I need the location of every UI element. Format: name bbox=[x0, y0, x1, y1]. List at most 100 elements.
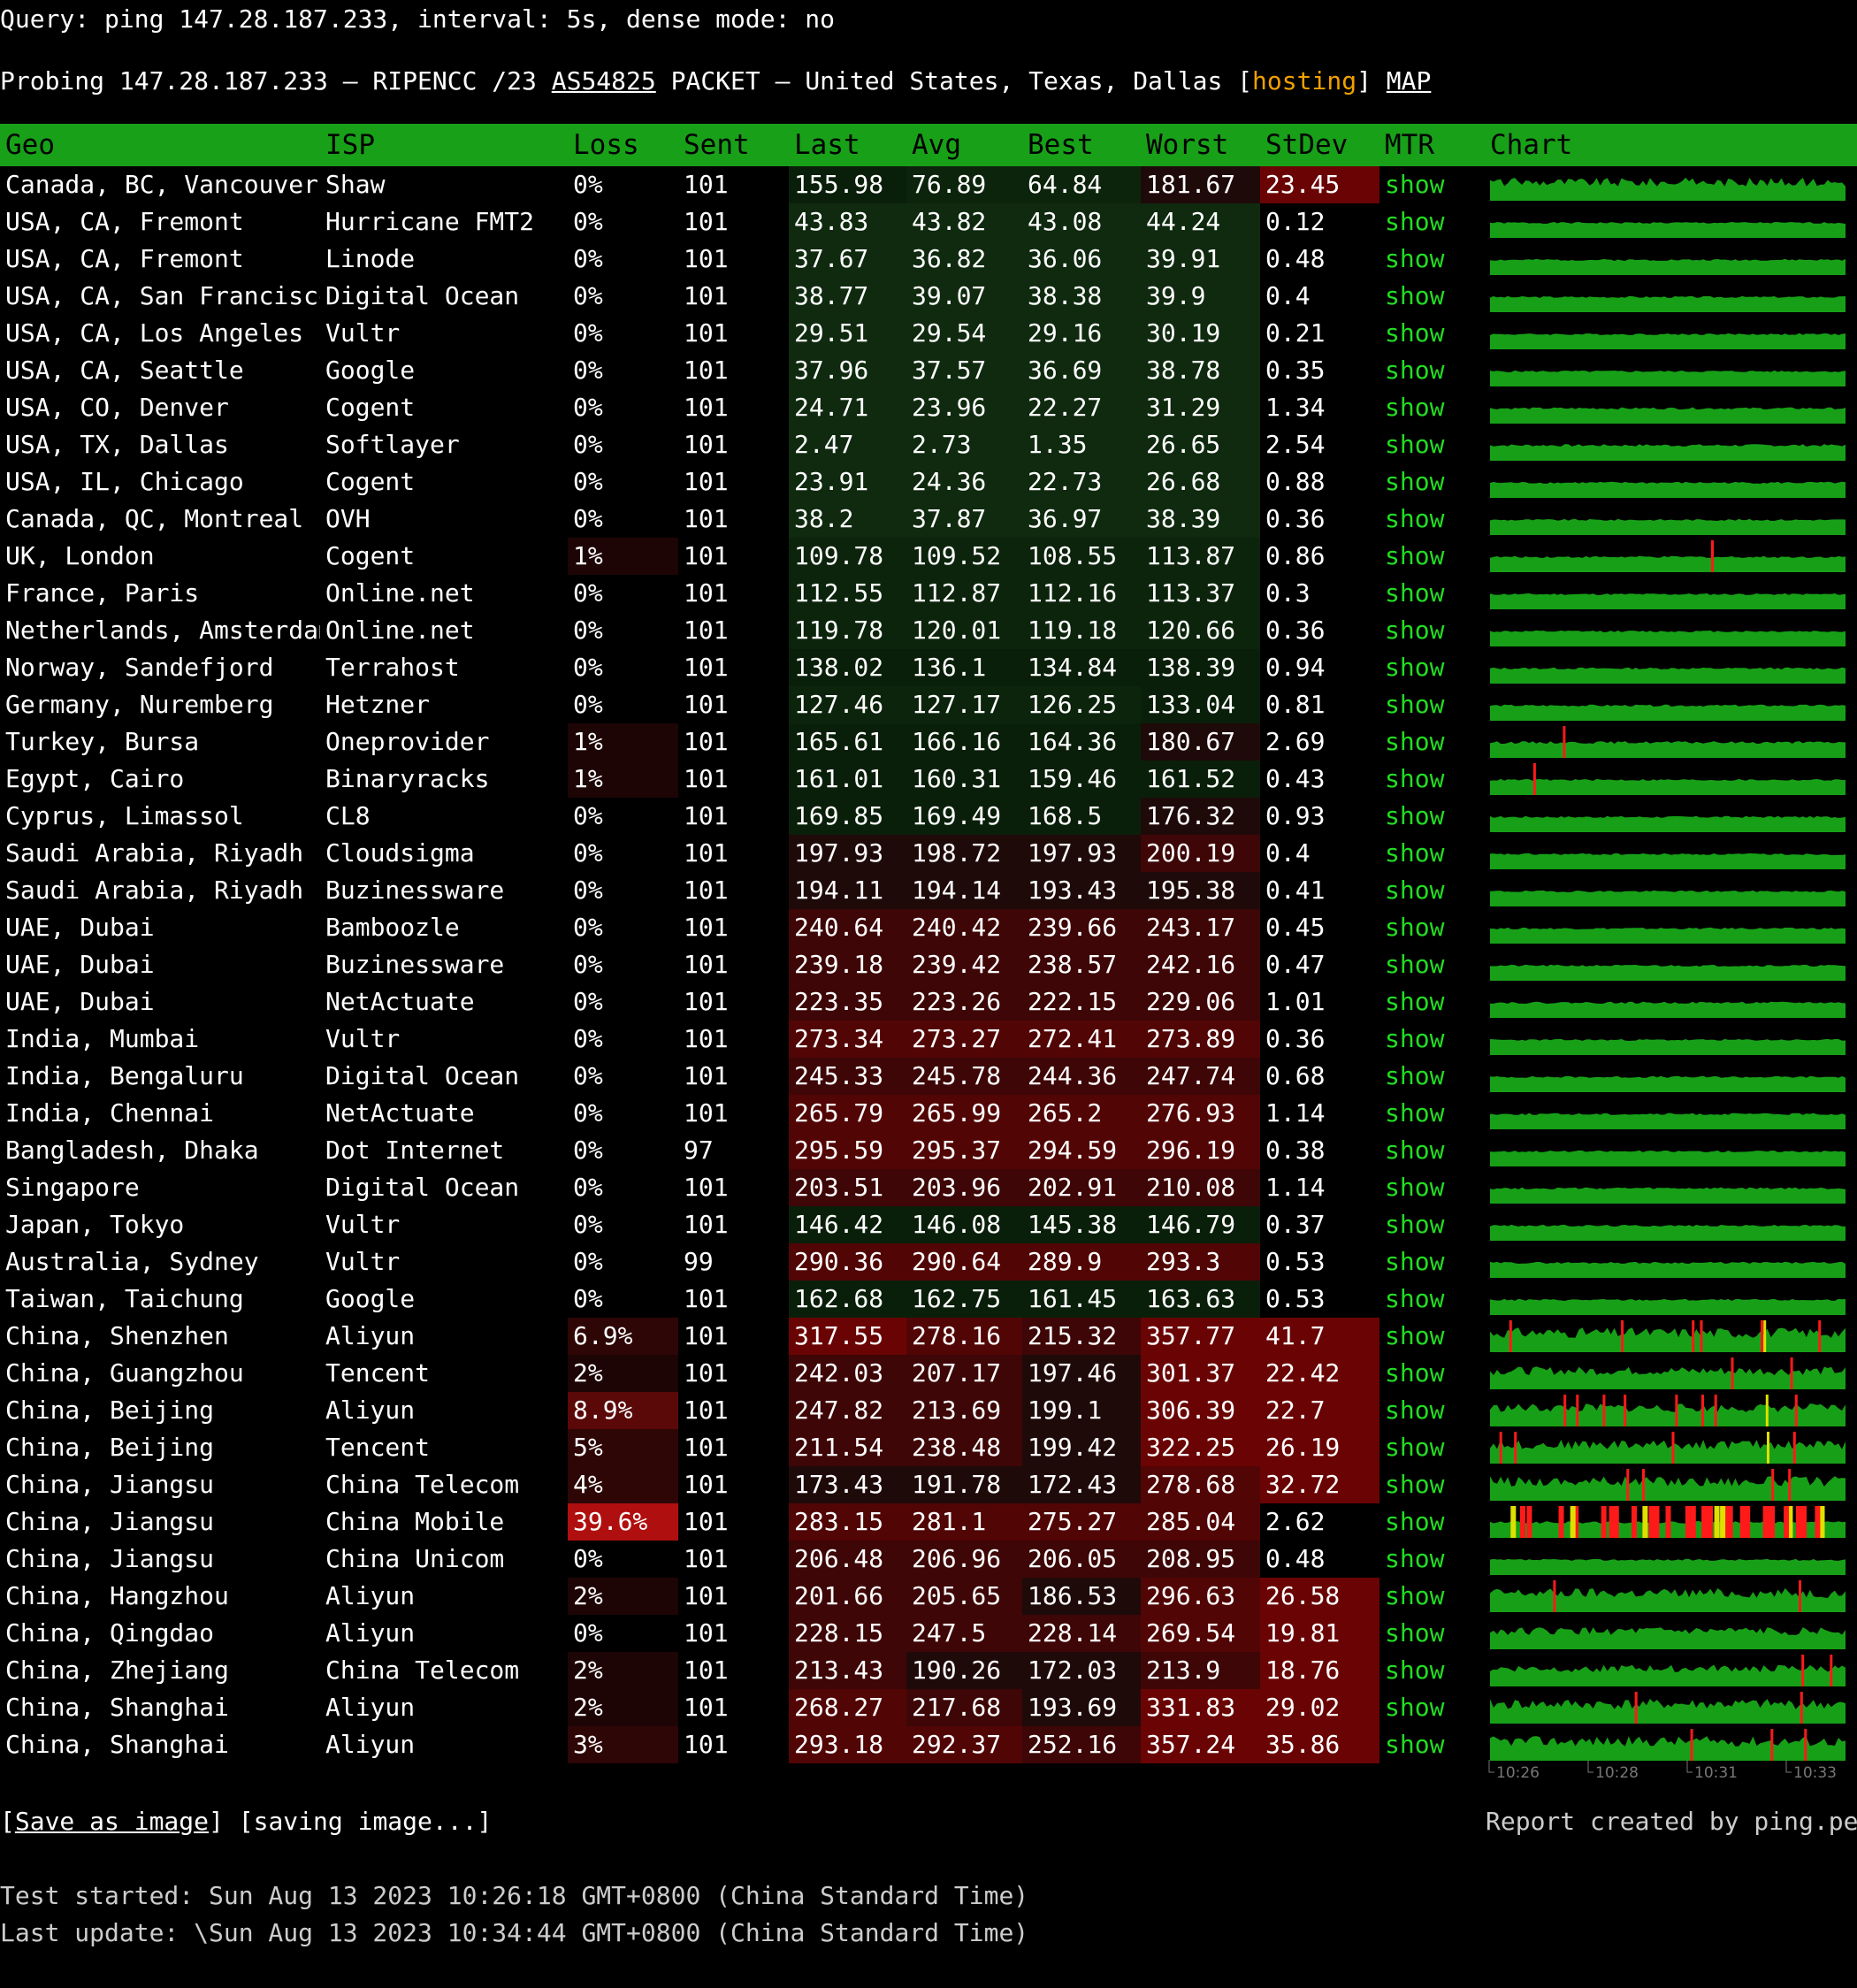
cell-mtr[interactable]: show bbox=[1379, 649, 1485, 686]
table-row: Canada, QC, Montreal OVH 0% 101 38.2 37.87 36.… bbox=[0, 501, 1857, 538]
cell-avg: 281.1 bbox=[906, 1503, 1022, 1541]
table-row: Saudi Arabia, Riyadh Cloudsigma 0% 101 197.9… bbox=[0, 835, 1857, 872]
cell-mtr[interactable]: show bbox=[1379, 315, 1485, 352]
latency-sparkline bbox=[1490, 630, 1846, 646]
cell-mtr[interactable]: show bbox=[1379, 909, 1485, 946]
cell-last: 173.43 bbox=[789, 1466, 906, 1503]
cell-mtr[interactable]: show bbox=[1379, 1689, 1485, 1726]
cell-mtr[interactable]: show bbox=[1379, 983, 1485, 1021]
cell-geo: Canada, QC, Montreal bbox=[5, 504, 304, 533]
cell-last: 43.83 bbox=[789, 203, 906, 241]
cell-mtr[interactable]: show bbox=[1379, 1095, 1485, 1132]
cell-mtr[interactable]: show bbox=[1379, 1058, 1485, 1095]
sparkline-area bbox=[1490, 1150, 1846, 1166]
cell-mtr[interactable]: show bbox=[1379, 241, 1485, 278]
cell-mtr[interactable]: show bbox=[1379, 1652, 1485, 1689]
cell-chart bbox=[1485, 1689, 1857, 1726]
cell-worst: 213.9 bbox=[1141, 1652, 1260, 1689]
cell-mtr[interactable]: show bbox=[1379, 1392, 1485, 1429]
cell-avg: 43.82 bbox=[906, 203, 1022, 241]
cell-mtr[interactable]: show bbox=[1379, 1169, 1485, 1206]
cell-mtr[interactable]: show bbox=[1379, 352, 1485, 389]
cell-isp: Softlayer bbox=[325, 430, 460, 459]
sparkline-area bbox=[1490, 890, 1846, 906]
cell-mtr[interactable]: show bbox=[1379, 686, 1485, 723]
table-row: Australia, Sydney Vultr 0% 99 290.36 290.64 28… bbox=[0, 1243, 1857, 1281]
table-row: Japan, Tokyo Vultr 0% 101 146.42 146.08 145.38… bbox=[0, 1206, 1857, 1243]
sparkline-area bbox=[1490, 1439, 1846, 1464]
cell-mtr[interactable]: show bbox=[1379, 1132, 1485, 1169]
cell-geo: Turkey, Bursa bbox=[5, 727, 200, 756]
cell-mtr[interactable]: show bbox=[1379, 798, 1485, 835]
cell-geo: Norway, Sandefjord bbox=[5, 653, 274, 682]
latency-sparkline bbox=[1490, 177, 1846, 201]
cell-isp: Aliyun bbox=[325, 1730, 416, 1759]
cell-mtr[interactable]: show bbox=[1379, 723, 1485, 761]
cell-mtr[interactable]: show bbox=[1379, 463, 1485, 501]
cell-mtr[interactable]: show bbox=[1379, 1281, 1485, 1318]
cell-mtr[interactable]: show bbox=[1379, 835, 1485, 872]
cell-mtr[interactable]: show bbox=[1379, 1541, 1485, 1578]
cell-mtr[interactable]: show bbox=[1379, 1206, 1485, 1243]
cell-stdev: 0.93 bbox=[1265, 801, 1326, 830]
cell-mtr[interactable]: show bbox=[1379, 575, 1485, 612]
sparkline-area bbox=[1490, 295, 1846, 312]
table-row: UK, London Cogent 1% 101 109.78 109.52 108.55 1… bbox=[0, 538, 1857, 575]
cell-mtr[interactable]: show bbox=[1379, 538, 1485, 575]
cell-mtr[interactable]: show bbox=[1379, 426, 1485, 463]
table-row: Norway, Sandefjord Terrahost 0% 101 138.02 13… bbox=[0, 649, 1857, 686]
cell-mtr[interactable]: show bbox=[1379, 1503, 1485, 1541]
cell-last: 169.85 bbox=[789, 798, 906, 835]
cell-sent: 101 bbox=[684, 690, 729, 719]
latency-sparkline bbox=[1490, 258, 1846, 275]
axis-tick bbox=[1686, 1760, 1693, 1773]
cell-worst: 30.19 bbox=[1141, 315, 1260, 352]
map-link[interactable]: MAP bbox=[1387, 66, 1432, 96]
sparkline-area bbox=[1490, 1664, 1846, 1686]
cell-chart bbox=[1485, 1169, 1857, 1206]
cell-mtr[interactable]: show bbox=[1379, 1429, 1485, 1466]
cell-last: 293.18 bbox=[789, 1726, 906, 1763]
cell-mtr[interactable]: show bbox=[1379, 1726, 1485, 1763]
cell-mtr[interactable]: show bbox=[1379, 1466, 1485, 1503]
cell-sent: 101 bbox=[684, 1507, 729, 1536]
cell-mtr[interactable]: show bbox=[1379, 1355, 1485, 1392]
loss-mark bbox=[1509, 1320, 1512, 1352]
cell-mtr[interactable]: show bbox=[1379, 1318, 1485, 1355]
cell-best: 22.73 bbox=[1022, 463, 1141, 501]
cell-mtr[interactable]: show bbox=[1379, 761, 1485, 798]
cell-mtr[interactable]: show bbox=[1379, 1021, 1485, 1058]
cell-mtr[interactable]: show bbox=[1379, 166, 1485, 203]
cell-mtr[interactable]: show bbox=[1379, 501, 1485, 538]
cell-last: 194.11 bbox=[789, 872, 906, 909]
cell-best: 197.46 bbox=[1022, 1355, 1141, 1392]
loss-mark bbox=[1701, 1395, 1704, 1426]
save-as-image-link[interactable]: Save as image bbox=[15, 1807, 209, 1836]
asn-link[interactable]: AS54825 bbox=[552, 66, 656, 96]
sparkline-area bbox=[1490, 1736, 1846, 1761]
cell-mtr[interactable]: show bbox=[1379, 1578, 1485, 1615]
sparkline-area bbox=[1490, 222, 1846, 238]
latency-sparkline bbox=[1490, 1320, 1846, 1352]
cell-isp: Hurricane FMT2 bbox=[325, 207, 535, 236]
cell-worst: 285.04 bbox=[1141, 1503, 1260, 1541]
cell-isp: Terrahost bbox=[325, 653, 460, 682]
cell-last: 38.77 bbox=[789, 278, 906, 315]
cell-stdev: 0.36 bbox=[1265, 504, 1326, 533]
loss-mark bbox=[1576, 1395, 1579, 1426]
cell-mtr[interactable]: show bbox=[1379, 1243, 1485, 1281]
cell-mtr[interactable]: show bbox=[1379, 389, 1485, 426]
cell-loss: 1% bbox=[568, 538, 678, 575]
cell-mtr[interactable]: show bbox=[1379, 203, 1485, 241]
sparkline-area bbox=[1490, 518, 1846, 535]
table-row: China, Zhejiang China Telecom 2% 101 213.43 1… bbox=[0, 1652, 1857, 1689]
cell-mtr[interactable]: show bbox=[1379, 278, 1485, 315]
cell-mtr[interactable]: show bbox=[1379, 872, 1485, 909]
cell-mtr[interactable]: show bbox=[1379, 946, 1485, 983]
loss-mark bbox=[1784, 1506, 1790, 1538]
cell-best: 202.91 bbox=[1022, 1169, 1141, 1206]
cell-mtr[interactable]: show bbox=[1379, 612, 1485, 649]
cell-mtr[interactable]: show bbox=[1379, 1615, 1485, 1652]
cell-stdev: 29.02 bbox=[1260, 1689, 1379, 1726]
cell-geo: Australia, Sydney bbox=[5, 1247, 259, 1276]
